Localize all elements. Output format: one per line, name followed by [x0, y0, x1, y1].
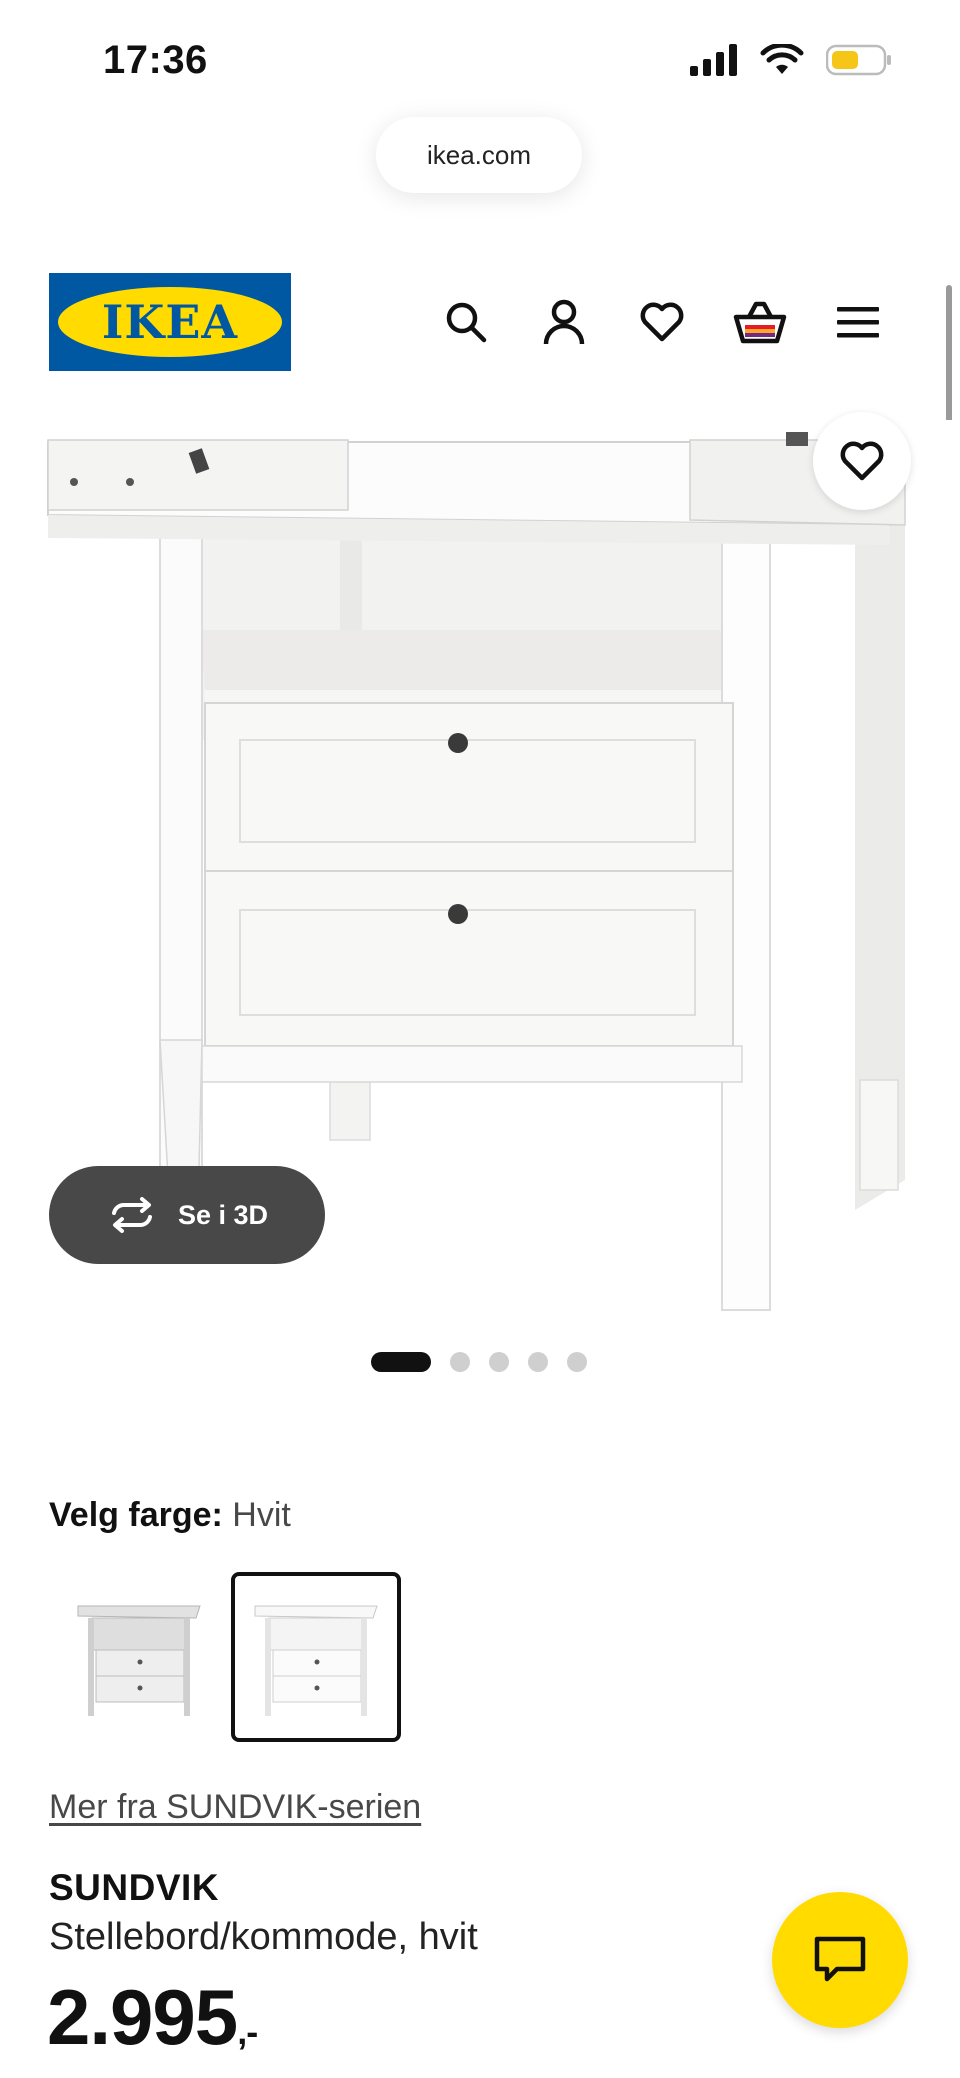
- series-link[interactable]: Mer fra SUNDVIK-serien: [49, 1788, 421, 1827]
- carousel-dot[interactable]: [567, 1352, 587, 1372]
- view-in-3d-button[interactable]: Se i 3D: [49, 1166, 325, 1264]
- view-in-3d-label: Se i 3D: [177, 1199, 269, 1230]
- rotate-3d-icon: [111, 1197, 152, 1233]
- header-nav: [436, 292, 888, 352]
- carousel-dot[interactable]: [528, 1352, 548, 1372]
- shopping-bag-icon: [733, 301, 787, 344]
- carousel-dot[interactable]: [489, 1352, 509, 1372]
- product-name: SUNDVIK: [49, 1867, 220, 1908]
- chat-icon: [814, 1936, 866, 1982]
- carousel-indicator: [371, 1352, 587, 1372]
- product-price: 2.995,-: [47, 1978, 258, 2056]
- chat-button[interactable]: [772, 1892, 908, 2028]
- wifi-icon: [760, 44, 804, 74]
- signal-icon: [690, 44, 737, 76]
- url-bar[interactable]: ikea.com: [376, 117, 582, 193]
- product-thumbnail: [254, 1605, 378, 1716]
- ikea-logo-text: IKEA: [101, 295, 239, 349]
- color-option-grey-white[interactable]: [54, 1572, 224, 1742]
- price-suffix: ,-: [237, 2011, 258, 2052]
- color-option-white-selected[interactable]: [231, 1572, 401, 1742]
- wishlist-button[interactable]: [632, 292, 692, 352]
- hamburger-menu-icon: [837, 307, 879, 338]
- cart-button[interactable]: [730, 292, 790, 352]
- ikea-logo-oval: IKEA: [58, 287, 282, 357]
- color-label-value: Hvit: [232, 1496, 291, 1534]
- carousel-dot[interactable]: [371, 1352, 431, 1372]
- price-value: 2.995: [47, 1973, 238, 2061]
- menu-button[interactable]: [828, 292, 888, 352]
- heart-icon: [840, 441, 884, 481]
- heart-icon: [640, 302, 684, 342]
- battery-icon: [826, 44, 891, 76]
- product-description: Stellebord/kommode, hvit: [49, 1916, 478, 1958]
- color-label-title: Velg farge:: [49, 1496, 223, 1534]
- account-button[interactable]: [534, 292, 594, 352]
- search-icon: [446, 302, 487, 343]
- status-icons: [690, 44, 892, 76]
- ikea-logo[interactable]: IKEA: [49, 273, 291, 371]
- status-time: 17:36: [103, 38, 208, 82]
- add-to-wishlist-button[interactable]: [813, 412, 911, 510]
- user-icon: [543, 299, 585, 345]
- search-button[interactable]: [436, 292, 496, 352]
- product-thumbnail: [77, 1605, 201, 1716]
- carousel-dot[interactable]: [450, 1352, 470, 1372]
- color-selector-label: Velg farge: Hvit: [49, 1496, 291, 1535]
